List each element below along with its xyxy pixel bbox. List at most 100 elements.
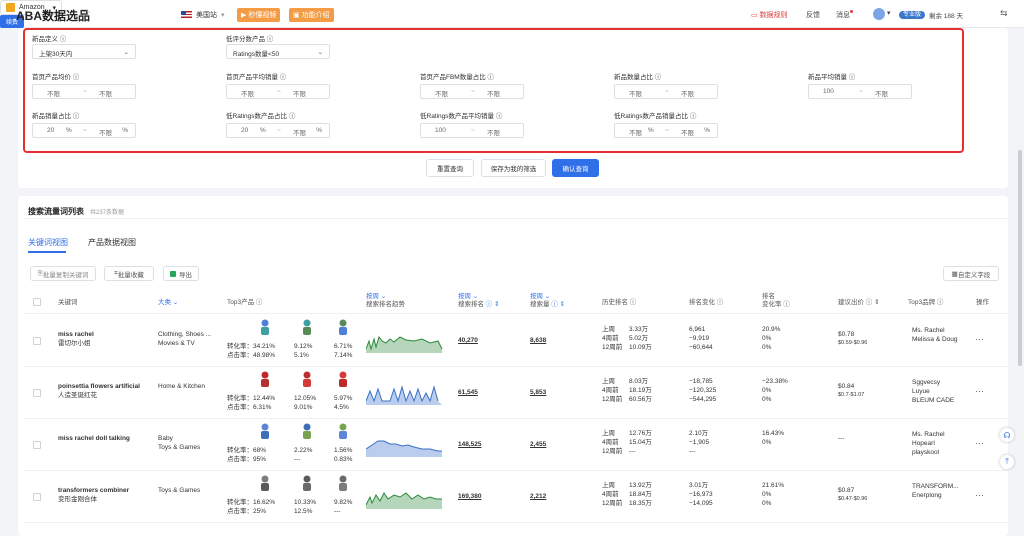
col-top3: Top3产品 ⓘ <box>227 299 263 306</box>
category-1: Clothing, Shoes ... <box>158 331 212 338</box>
custom-fields-button[interactable]: ▦ 自定义字段 <box>943 266 999 281</box>
brand-name[interactable]: BLEUM CADE <box>912 396 954 405</box>
bid-price: --- <box>838 435 845 442</box>
brand-name[interactable]: Melissa & Doug <box>912 335 958 344</box>
click-rate: --- <box>334 508 341 515</box>
col-trend[interactable]: 按周 ⌄ 搜索排名趋势 <box>366 293 405 309</box>
product-thumbnail[interactable] <box>334 422 352 440</box>
period-label: 12周前 <box>602 448 623 455</box>
history-rank: 60.56万 <box>629 396 652 403</box>
video-button[interactable]: ▶ 秒懂视频 <box>237 8 281 22</box>
tab-keyword-view[interactable]: 关键词视图 <box>28 237 68 248</box>
product-thumbnail[interactable] <box>298 474 316 492</box>
history-rank: 5.02万 <box>629 335 649 342</box>
conversion-rate: 1.56% <box>334 447 353 454</box>
search-volume[interactable]: 5,853 <box>530 388 546 397</box>
brand-name[interactable]: playskool <box>912 448 939 457</box>
col-category[interactable]: 大类 ⌄ <box>158 296 178 306</box>
batch-favorite-button[interactable]: ⌗ 批量收藏 <box>104 266 154 281</box>
brand-name[interactable]: Ms. Rachel <box>912 326 945 335</box>
col-brands: Top3品牌 ⓘ <box>908 299 944 306</box>
scrollbar[interactable] <box>1018 150 1022 366</box>
keyword-text[interactable]: miss rachel doll talking <box>58 434 130 443</box>
site-select[interactable]: 美国站 ▾ <box>176 7 230 22</box>
conversion-rate: 转化率：34.21% <box>227 343 276 350</box>
more-icon[interactable]: ··· <box>975 490 984 500</box>
product-thumbnail[interactable] <box>334 474 352 492</box>
click-rate: --- <box>294 456 301 463</box>
product-thumbnail[interactable] <box>256 422 274 440</box>
brand-name[interactable]: Ms. Rachel <box>912 430 945 439</box>
play-icon: ▶ <box>241 12 247 19</box>
export-button[interactable]: 导出 <box>163 266 199 281</box>
collapse-icon[interactable]: ⇆ <box>1000 8 1008 19</box>
row-checkbox[interactable] <box>33 441 41 449</box>
plan-badge: 专业版 <box>899 9 926 19</box>
save-filter-button[interactable]: 保存为我的筛选 <box>481 159 546 177</box>
divider <box>24 218 1008 219</box>
confirm-query-button[interactable]: 确认查询 <box>552 159 599 177</box>
brand-name[interactable]: Enerplong <box>912 491 942 500</box>
product-thumbnail[interactable] <box>256 370 274 388</box>
category-2: Movies & TV <box>158 340 195 347</box>
more-icon[interactable]: ··· <box>975 334 984 344</box>
history-rank: 8.03万 <box>629 378 649 385</box>
intro-button[interactable]: ▣ 功能介绍 <box>289 8 334 22</box>
messages-link[interactable]: 消息 <box>836 10 853 20</box>
search-rank[interactable]: 40,270 <box>458 336 478 345</box>
reset-button[interactable]: 重置查询 <box>426 159 474 177</box>
batch-copy-button[interactable]: ⎘ 批量复制关键词 <box>30 266 96 281</box>
rank-trend-sparkline[interactable] <box>366 487 446 509</box>
brand-name[interactable]: TRANSFORM... <box>912 482 959 491</box>
product-thumbnail[interactable] <box>256 318 274 336</box>
search-rank[interactable]: 148,525 <box>458 440 482 449</box>
search-volume[interactable]: 2,212 <box>530 492 546 501</box>
product-thumbnail[interactable] <box>298 318 316 336</box>
product-thumbnail[interactable] <box>298 422 316 440</box>
col-change-rate: 排名 变化率 ⓘ <box>762 293 790 308</box>
conversion-rate: 9.12% <box>294 343 313 350</box>
keyword-text[interactable]: poinsettia flowers artificial <box>58 382 140 391</box>
rank-trend-sparkline[interactable] <box>366 383 446 405</box>
category-1: Toys & Games <box>158 487 201 494</box>
click-rate: 0.83% <box>334 456 353 463</box>
search-volume[interactable]: 2,455 <box>530 440 546 449</box>
select-all-checkbox[interactable] <box>33 298 41 306</box>
row-checkbox[interactable] <box>33 337 41 345</box>
search-volume[interactable]: 8,638 <box>530 336 546 345</box>
col-bid[interactable]: 建议出价 ⓘ ⇕ <box>838 296 880 306</box>
brand-name[interactable]: Luyue <box>912 387 930 396</box>
brand-name[interactable]: Sggvecsy <box>912 378 940 387</box>
product-thumbnail[interactable] <box>334 370 352 388</box>
support-icon[interactable]: ☊ <box>1000 428 1014 442</box>
col-history-rank: 历史排名 ⓘ <box>602 299 637 306</box>
star-icon[interactable]: ☆ <box>82 8 91 19</box>
product-thumbnail[interactable] <box>334 318 352 336</box>
rank-change: −16,973 <box>689 491 713 498</box>
avatar[interactable] <box>873 8 885 20</box>
col-search-rank[interactable]: 按周 ⌄ 搜索排名 ⓘ ⇕ <box>458 293 500 309</box>
rank-trend-sparkline[interactable] <box>366 435 446 457</box>
chevron-down-icon[interactable]: ▾ <box>887 9 891 17</box>
row-checkbox[interactable] <box>33 493 41 501</box>
period-label: 4周前 <box>602 387 619 394</box>
search-rank[interactable]: 169,380 <box>458 492 482 501</box>
data-rules-link[interactable]: ▭ 数据规则 <box>751 10 788 20</box>
row-checkbox[interactable] <box>33 389 41 397</box>
more-icon[interactable]: ··· <box>975 386 984 396</box>
product-thumbnail[interactable] <box>256 474 274 492</box>
more-icon[interactable]: ··· <box>975 438 984 448</box>
search-rank[interactable]: 61,545 <box>458 388 478 397</box>
excel-icon <box>170 270 176 277</box>
keyword-text[interactable]: transformers combiner <box>58 486 129 495</box>
col-search-volume[interactable]: 按周 ⌄ 搜索量 ⓘ ⇕ <box>530 293 565 309</box>
rank-change: 2.10万 <box>689 430 709 437</box>
keyword-text[interactable]: miss rachel <box>58 330 94 339</box>
tab-product-view[interactable]: 产品数据视图 <box>88 237 136 248</box>
feedback-link[interactable]: 反馈 <box>806 10 820 20</box>
back-to-top-icon[interactable]: ⤒ <box>1000 455 1014 469</box>
product-thumbnail[interactable] <box>298 370 316 388</box>
rank-trend-sparkline[interactable] <box>366 331 446 353</box>
doc-icon: ▣ <box>293 12 300 19</box>
brand-name[interactable]: Hopearl <box>912 439 935 448</box>
